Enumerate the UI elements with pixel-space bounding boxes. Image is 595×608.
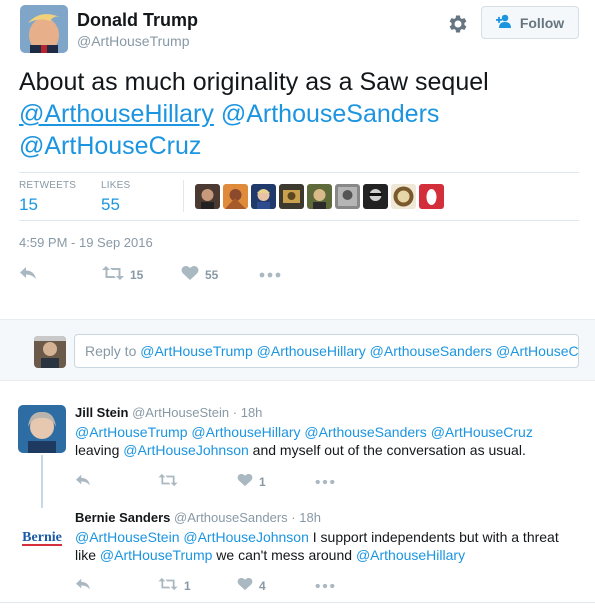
reply-actions: 1 4: [75, 574, 375, 593]
author-avatar[interactable]: [20, 5, 68, 53]
mention-link[interactable]: @ArtHouseTrump @ArthouseHillary @Arthous…: [75, 424, 533, 440]
divider: [19, 220, 579, 221]
retweet-icon: [158, 577, 178, 596]
more-icon: [315, 473, 335, 491]
gear-icon[interactable]: [446, 12, 470, 36]
retweets-label: RETWEETS: [19, 180, 77, 191]
author-handle[interactable]: @ArtHouseTrump: [77, 33, 190, 49]
liker-avatar[interactable]: [419, 184, 444, 209]
mention-link[interactable]: @ArthouseSanders: [221, 100, 440, 128]
like-button[interactable]: 4: [237, 574, 266, 598]
mention-link[interactable]: @ArthouseHillary: [356, 547, 465, 563]
follow-button[interactable]: Follow: [481, 6, 579, 39]
reply-text: @ArtHouseTrump @ArthouseHillary @Arthous…: [75, 423, 575, 459]
retweet-button[interactable]: 1: [158, 574, 191, 598]
liker-avatar[interactable]: [223, 184, 248, 209]
tweet-timestamp[interactable]: 4:59 PM - 19 Sep 2016: [19, 235, 153, 250]
reply-icon: [75, 577, 91, 596]
tweet-text: About as much originality as a Saw seque…: [19, 66, 579, 162]
like-button[interactable]: 55: [181, 263, 218, 287]
heart-icon: [237, 577, 253, 596]
mention-link[interactable]: @ArtHouseStein: [75, 529, 179, 545]
liker-avatar[interactable]: [195, 184, 220, 209]
reply-time[interactable]: 18h: [299, 510, 321, 525]
thread-line: [41, 455, 43, 508]
liker-avatar[interactable]: [391, 184, 416, 209]
avatar-logo-text: Bernie: [22, 530, 62, 545]
reply-author-handle[interactable]: @ArthouseSanders: [174, 510, 288, 525]
reply-sep: ·: [232, 405, 238, 420]
add-user-icon: [495, 14, 514, 31]
tweet-header: Donald Trump @ArtHouseTrump Follow: [0, 0, 595, 58]
tweet-actions: 15 55: [19, 263, 579, 287]
liker-avatar[interactable]: [251, 184, 276, 209]
liker-avatar[interactable]: [335, 184, 360, 209]
reply-author-name[interactable]: Jill Stein: [75, 405, 128, 420]
retweet-button[interactable]: 15: [102, 263, 143, 287]
reply-text-part: leaving: [75, 442, 124, 458]
heart-icon: [181, 265, 199, 286]
like-count: 55: [205, 268, 219, 282]
divider: [0, 602, 595, 603]
reply-author-handle[interactable]: @ArtHouseStein: [132, 405, 229, 420]
reply-button[interactable]: [75, 574, 91, 598]
divider: [183, 180, 184, 212]
more-button[interactable]: [259, 263, 281, 287]
reply-time[interactable]: 18h: [241, 405, 263, 420]
retweet-icon: [158, 473, 178, 492]
divider: [19, 172, 579, 173]
current-user-avatar: [34, 336, 66, 368]
more-button[interactable]: [315, 470, 335, 494]
reply-button[interactable]: [75, 470, 91, 494]
reply-avatar-jill-stein[interactable]: [18, 405, 66, 453]
reply-actions: 1: [75, 470, 375, 489]
heart-icon: [237, 473, 253, 492]
reply-text: @ArtHouseStein @ArtHouseJohnson I suppor…: [75, 528, 575, 564]
reply-sep: ·: [291, 510, 296, 525]
like-count: 4: [259, 579, 266, 593]
likes-value: 55: [101, 195, 120, 214]
retweet-icon: [102, 265, 124, 286]
more-icon: [259, 266, 281, 284]
follow-button-label: Follow: [519, 14, 565, 31]
liker-avatar[interactable]: [363, 184, 388, 209]
mention-link[interactable]: @ArtHouseCruz: [19, 132, 201, 160]
likes-stat[interactable]: LIKES 55: [101, 180, 130, 215]
mention-link[interactable]: @ArtHouseTrump: [100, 547, 213, 563]
more-button[interactable]: [315, 574, 335, 598]
retweet-button[interactable]: [158, 470, 184, 494]
mention-link[interactable]: @ArtHouseJohnson: [183, 529, 309, 545]
reply-header: Jill Stein @ArtHouseStein · 18h: [75, 405, 262, 420]
reply-composer-area: Reply to @ArtHouseTrump @ArthouseHillary…: [0, 319, 595, 381]
mention-link[interactable]: @ArtHouseJohnson: [123, 442, 249, 458]
tweet-text-line1: About as much originality as a Saw seque…: [19, 68, 489, 96]
reply-placeholder-mentions: @ArtHouseTrump @ArthouseHillary @Arthous…: [140, 343, 579, 359]
reply-placeholder-prefix: Reply to: [85, 343, 141, 359]
retweets-value: 15: [19, 195, 38, 214]
reply-icon: [75, 473, 91, 492]
mention-link[interactable]: @ArthouseHillary: [19, 100, 214, 128]
liker-avatar[interactable]: [279, 184, 304, 209]
reply-text-part: I support independents but with a threat: [308, 529, 559, 545]
reply-text-part: we can't mess around: [212, 547, 356, 563]
reply-input[interactable]: Reply to @ArtHouseTrump @ArthouseHillary…: [74, 334, 579, 368]
like-button[interactable]: 1: [237, 470, 266, 494]
liker-avatar[interactable]: [307, 184, 332, 209]
reply-button[interactable]: [19, 263, 37, 287]
retweets-stat[interactable]: RETWEETS 15: [19, 180, 76, 215]
likes-label: LIKES: [101, 180, 131, 191]
more-icon: [315, 577, 335, 595]
reply-text-part: and myself out of the conversation as us…: [248, 442, 526, 458]
reply-author-name[interactable]: Bernie Sanders: [75, 510, 170, 525]
reply-icon: [19, 265, 37, 286]
reply-header: Bernie Sanders @ArthouseSanders · 18h: [75, 510, 321, 525]
author-name[interactable]: Donald Trump: [77, 10, 198, 31]
retweet-count: 1: [184, 579, 191, 593]
retweet-count: 15: [130, 268, 144, 282]
likers-avatars: [195, 184, 444, 209]
reply-text-part: like: [75, 547, 100, 563]
reply-avatar-bernie-sanders[interactable]: Bernie: [18, 510, 66, 558]
like-count: 1: [259, 475, 266, 489]
